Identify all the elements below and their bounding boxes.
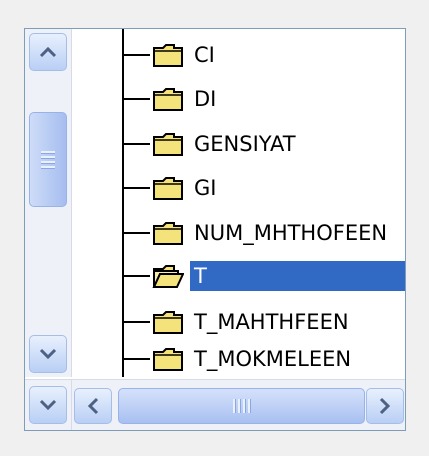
tree-item-selected[interactable]: T bbox=[122, 258, 405, 294]
scroll-right-button[interactable] bbox=[366, 388, 404, 424]
tree-branch-line bbox=[122, 321, 150, 323]
folder-closed-icon bbox=[153, 177, 183, 200]
tree-item[interactable]: T_MOKMELEEN bbox=[122, 341, 355, 377]
tree-item[interactable]: DI bbox=[122, 81, 220, 117]
tree-branch-line bbox=[122, 143, 150, 145]
folder-closed-icon bbox=[153, 133, 183, 156]
tree-item[interactable]: NUM_MHTHOFEEN bbox=[122, 215, 391, 251]
tree-item-label: NUM_MHTHOFEEN bbox=[194, 221, 388, 245]
horizontal-scroll-thumb[interactable] bbox=[118, 388, 365, 424]
tree-branch-line bbox=[122, 54, 150, 56]
vertical-scroll-thumb[interactable] bbox=[29, 112, 67, 207]
tree-item[interactable]: GENSIYAT bbox=[122, 126, 300, 162]
grip-icon bbox=[41, 149, 55, 171]
chevron-left-icon bbox=[87, 397, 99, 415]
scroll-down-button[interactable] bbox=[29, 335, 67, 373]
tree-content: CI DI GENSIYAT GI NUM_MHTHOFEEN T T_MAHT… bbox=[72, 29, 405, 379]
chevron-up-icon bbox=[39, 46, 57, 58]
horizontal-scrollbar[interactable] bbox=[72, 379, 405, 430]
tree-item-label: DI bbox=[194, 87, 217, 111]
folder-closed-icon bbox=[153, 88, 183, 111]
grip-icon bbox=[232, 399, 252, 413]
chevron-down-icon bbox=[39, 348, 57, 360]
scroll-down-button-lower[interactable] bbox=[29, 386, 67, 424]
scroll-left-button[interactable] bbox=[74, 388, 112, 424]
dialog-margin bbox=[406, 0, 429, 456]
chevron-right-icon bbox=[379, 397, 391, 415]
tree-item-label: T bbox=[190, 261, 405, 291]
tree-item-label: GENSIYAT bbox=[194, 132, 296, 156]
scroll-up-button[interactable] bbox=[29, 33, 67, 71]
tree-item-label: T_MAHTHFEEN bbox=[194, 310, 349, 334]
folder-tree-view[interactable]: CI DI GENSIYAT GI NUM_MHTHOFEEN T T_MAHT… bbox=[24, 28, 406, 431]
folder-closed-icon bbox=[153, 311, 183, 334]
chevron-down-icon bbox=[39, 399, 57, 411]
tree-branch-line bbox=[122, 98, 150, 100]
folder-open-icon bbox=[152, 265, 184, 288]
tree-item-label: GI bbox=[194, 176, 217, 200]
folder-closed-icon bbox=[153, 348, 183, 371]
tree-branch-line bbox=[122, 232, 150, 234]
tree-branch-line bbox=[122, 275, 150, 277]
folder-closed-icon bbox=[153, 222, 183, 245]
tree-item-label: CI bbox=[194, 43, 215, 67]
tree-branch-line bbox=[122, 358, 150, 360]
tree-branch-line bbox=[122, 187, 150, 189]
vertical-scrollbar[interactable] bbox=[25, 29, 72, 377]
tree-item[interactable]: T_MAHTHFEEN bbox=[122, 304, 353, 340]
tree-item[interactable]: CI bbox=[122, 37, 219, 73]
tree-item[interactable]: GI bbox=[122, 170, 220, 206]
dialog-margin-bottom bbox=[0, 431, 429, 456]
folder-closed-icon bbox=[153, 44, 183, 67]
tree-item-label: T_MOKMELEEN bbox=[194, 347, 352, 371]
scrollbar-corner bbox=[25, 379, 72, 430]
